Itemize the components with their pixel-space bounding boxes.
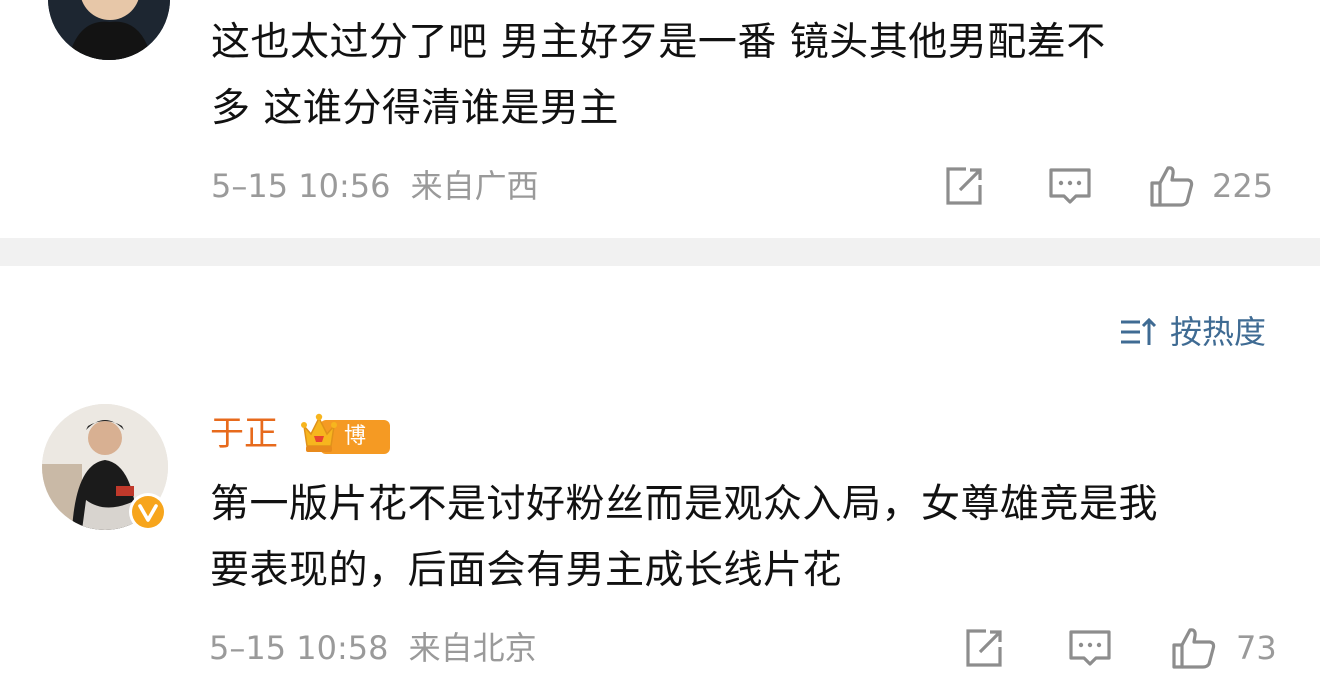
comment-location: 来自北京 (408, 629, 537, 667)
sort-icon (1121, 317, 1157, 345)
comment-text: 这也太过分了吧 男主好歹是一番 镜头其他男配差不 多 这谁分得清谁是男主 (211, 20, 1106, 131)
comment-meta: 5–15 10:58 来自北京 (209, 628, 537, 668)
comment-meta: 5–15 10:56 来自广西 (211, 166, 539, 206)
crown-icon (301, 413, 337, 452)
thumbs-up-icon[interactable] (1148, 162, 1196, 210)
like-count: 225 (1212, 167, 1274, 205)
section-divider (0, 238, 1320, 266)
comment-text: 第一版片花不是讨好粉丝而是观众入局，女尊雄竞是我 要表现的，后面会有男主成长线片… (210, 482, 1159, 593)
like-count: 73 (1236, 629, 1277, 667)
comment-location: 来自广西 (410, 167, 539, 205)
sort-label: 按热度 (1170, 313, 1267, 351)
comment-timestamp: 5–15 10:58 (209, 629, 389, 667)
comment-icon[interactable] (1066, 624, 1114, 672)
share-icon[interactable] (960, 624, 1008, 672)
thumbs-up-icon[interactable] (1170, 624, 1218, 672)
verified-v-icon (128, 492, 168, 532)
share-icon[interactable] (940, 162, 988, 210)
comment-timestamp: 5–15 10:56 (211, 167, 391, 205)
comment-icon[interactable] (1046, 162, 1094, 210)
username[interactable]: 于正 (210, 412, 278, 456)
avatar[interactable] (48, 0, 170, 60)
sort-button[interactable]: 按热度 (1118, 310, 1280, 354)
blogger-badge: 博主 (300, 410, 396, 483)
avatar-image (48, 0, 170, 60)
